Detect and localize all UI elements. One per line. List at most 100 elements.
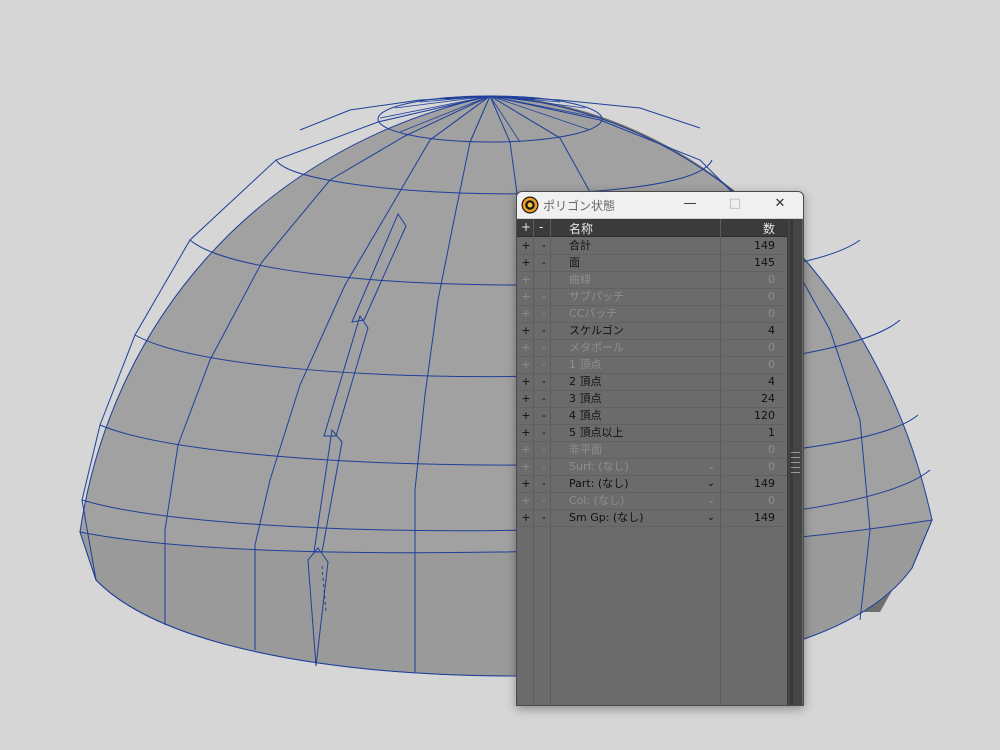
row-plus-button[interactable]: +: [521, 305, 531, 322]
table-row[interactable]: + - Part: (なし) ⌄ 149: [517, 475, 787, 493]
row-minus-button[interactable]: -: [539, 339, 549, 356]
row-count: 0: [768, 341, 775, 354]
row-count: 145: [754, 256, 775, 269]
row-name: Part: (なし): [569, 477, 629, 490]
row-count: 149: [754, 477, 775, 490]
table-row[interactable]: + - 合計 149: [517, 237, 787, 255]
table-row[interactable]: + - 1 頂点 0: [517, 356, 787, 374]
panel-scrollbar[interactable]: [787, 219, 802, 705]
row-count: 0: [768, 460, 775, 473]
row-name: Col: (なし): [569, 494, 625, 507]
row-plus-button[interactable]: +: [521, 271, 531, 288]
panel-titlebar[interactable]: ポリゴン状態 — □ ✕: [517, 192, 803, 219]
row-minus-button[interactable]: -: [539, 237, 549, 254]
row-name: Surf: (なし): [569, 460, 629, 473]
table-row[interactable]: + - サブパッチ 0: [517, 288, 787, 306]
row-plus-button[interactable]: +: [521, 492, 531, 509]
row-plus-button[interactable]: +: [521, 390, 531, 407]
row-count: 149: [754, 511, 775, 524]
row-minus-button[interactable]: -: [539, 458, 549, 475]
row-count: 0: [768, 358, 775, 371]
row-name: サブパッチ: [569, 290, 624, 303]
table-row[interactable]: + - 曲線 0: [517, 271, 787, 289]
row-plus-button[interactable]: +: [521, 322, 531, 339]
chevron-down-icon[interactable]: ⌄: [705, 458, 717, 475]
row-minus-button[interactable]: -: [539, 322, 549, 339]
row-name: メタボール: [569, 341, 624, 354]
table-row[interactable]: + - Col: (なし) ⌄ 0: [517, 492, 787, 510]
close-button[interactable]: ✕: [760, 192, 800, 216]
row-minus-button[interactable]: -: [539, 475, 549, 492]
dome-mesh: [79, 95, 933, 677]
minimize-button[interactable]: —: [670, 192, 710, 216]
header-name[interactable]: 名称: [569, 220, 593, 237]
row-plus-button[interactable]: +: [521, 441, 531, 458]
header-count[interactable]: 数: [763, 220, 775, 237]
table-row[interactable]: + - 非平面 0: [517, 441, 787, 459]
row-minus-button[interactable]: -: [539, 424, 549, 441]
row-plus-button[interactable]: +: [521, 339, 531, 356]
table-row[interactable]: + - メタボール 0: [517, 339, 787, 357]
3d-viewport[interactable]: [0, 0, 1000, 750]
row-minus-button[interactable]: -: [539, 509, 549, 526]
row-minus-button[interactable]: -: [539, 373, 549, 390]
table-header: + - 名称 数: [517, 219, 787, 237]
row-count: 0: [768, 307, 775, 320]
row-minus-button[interactable]: -: [539, 407, 549, 424]
window-title: ポリゴン状態: [543, 199, 616, 213]
row-count: 149: [754, 239, 775, 252]
row-plus-button[interactable]: +: [521, 237, 531, 254]
row-name: CCパッチ: [569, 307, 618, 320]
polygon-statistics-panel[interactable]: ポリゴン状態 — □ ✕ + - 名称 数 + - 合計 149 + - 面 145 + - 曲線 0…: [516, 191, 804, 706]
row-count: 120: [754, 409, 775, 422]
row-plus-button[interactable]: +: [521, 356, 531, 373]
row-minus-button[interactable]: -: [539, 390, 549, 407]
chevron-down-icon[interactable]: ⌄: [705, 509, 717, 526]
row-plus-button[interactable]: +: [521, 254, 531, 271]
row-name: 4 頂点: [569, 409, 602, 422]
row-name: 3 頂点: [569, 392, 602, 405]
row-minus-button[interactable]: -: [539, 356, 549, 373]
row-plus-button[interactable]: +: [521, 407, 531, 424]
resize-grip-icon[interactable]: [791, 452, 800, 473]
row-name: 2 頂点: [569, 375, 602, 388]
table-row[interactable]: + - 2 頂点 4: [517, 373, 787, 391]
table-row[interactable]: + - スケルゴン 4: [517, 322, 787, 340]
row-minus-button[interactable]: -: [539, 288, 549, 305]
maximize-button[interactable]: □: [715, 192, 755, 216]
row-plus-button[interactable]: +: [521, 458, 531, 475]
row-minus-button[interactable]: -: [539, 441, 549, 458]
row-count: 4: [768, 375, 775, 388]
header-minus[interactable]: -: [539, 220, 543, 234]
table-row[interactable]: + - 5 頂点以上 1: [517, 424, 787, 442]
row-name: 5 頂点以上: [569, 426, 624, 439]
table-row[interactable]: + - CCパッチ 0: [517, 305, 787, 323]
table-row[interactable]: + - 4 頂点 120: [517, 407, 787, 425]
chevron-down-icon[interactable]: ⌄: [705, 492, 717, 509]
statistics-table: + - 合計 149 + - 面 145 + - 曲線 0 + - サブパッチ 0 + - CCパッチ 0 + - スケルゴ…: [517, 237, 787, 705]
table-row[interactable]: + - Sm Gp: (なし) ⌄ 149: [517, 509, 787, 527]
row-minus-button[interactable]: -: [539, 271, 549, 288]
row-plus-button[interactable]: +: [521, 475, 531, 492]
modo-logo-icon: [521, 196, 539, 214]
row-name: 合計: [569, 239, 591, 252]
chevron-down-icon[interactable]: ⌄: [705, 475, 717, 492]
row-minus-button[interactable]: -: [539, 254, 549, 271]
row-count: 0: [768, 494, 775, 507]
row-plus-button[interactable]: +: [521, 424, 531, 441]
header-plus[interactable]: +: [521, 220, 531, 234]
row-minus-button[interactable]: -: [539, 492, 549, 509]
row-count: 0: [768, 273, 775, 286]
table-row[interactable]: + - 面 145: [517, 254, 787, 272]
row-count: 0: [768, 290, 775, 303]
row-plus-button[interactable]: +: [521, 509, 531, 526]
row-count: 1: [768, 426, 775, 439]
row-plus-button[interactable]: +: [521, 288, 531, 305]
row-plus-button[interactable]: +: [521, 373, 531, 390]
row-count: 0: [768, 443, 775, 456]
row-minus-button[interactable]: -: [539, 305, 549, 322]
row-count: 4: [768, 324, 775, 337]
row-name: 面: [569, 256, 580, 269]
table-row[interactable]: + - 3 頂点 24: [517, 390, 787, 408]
table-row[interactable]: + - Surf: (なし) ⌄ 0: [517, 458, 787, 476]
